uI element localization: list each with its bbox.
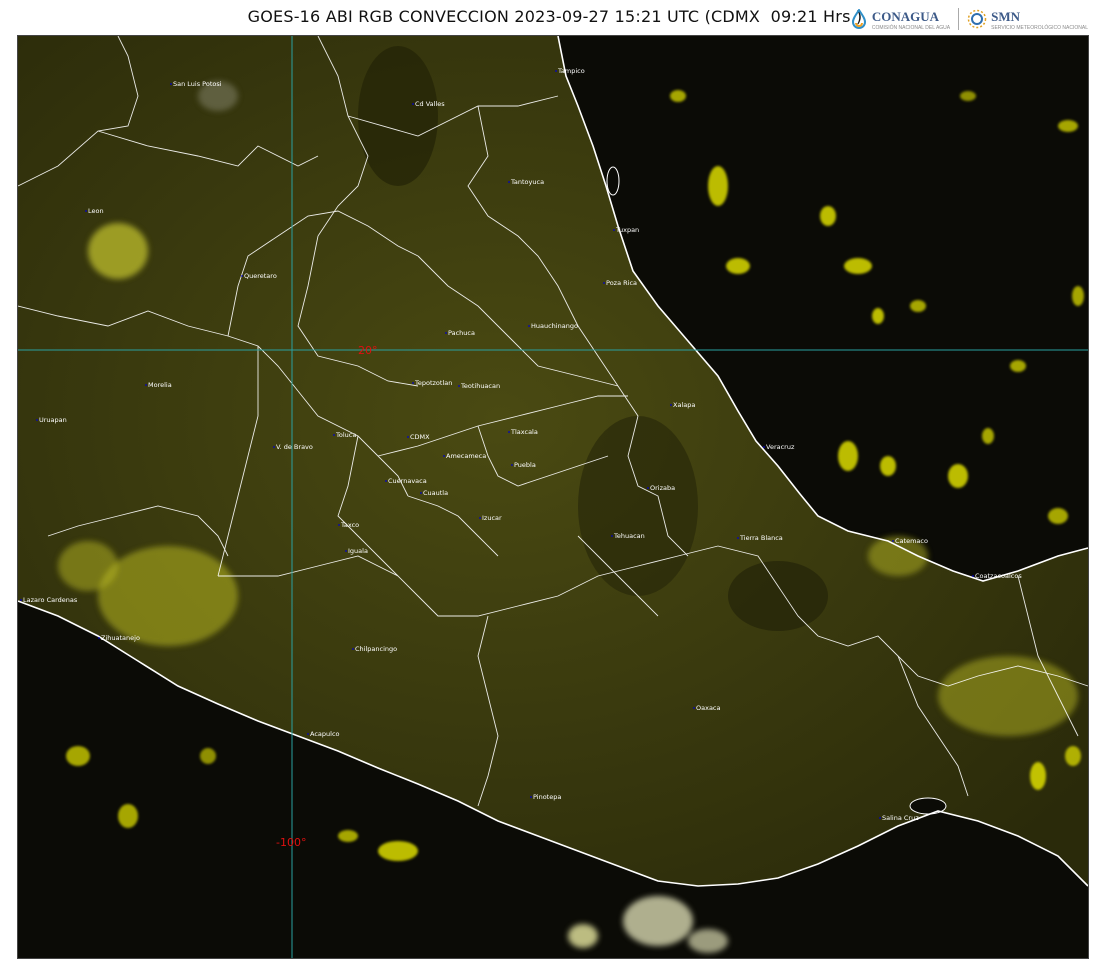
city-marker [20, 599, 22, 601]
city-label: Pachuca [448, 329, 475, 337]
city-marker [611, 535, 613, 537]
dark-terrain [728, 561, 828, 631]
city-marker [530, 796, 532, 798]
city-label: Huauchinango [531, 322, 578, 330]
city-marker [98, 637, 100, 639]
city-label: Pinotepa [533, 793, 561, 801]
city-marker [879, 817, 881, 819]
city-label: Tlaxcala [510, 428, 538, 436]
city-label: Tepotzotlan [414, 379, 452, 387]
city-label: Acapulco [310, 730, 340, 738]
city-marker [273, 446, 275, 448]
dark-terrain [358, 46, 438, 186]
longitude-label: -100° [276, 836, 306, 849]
city-label: Oaxaca [696, 704, 721, 712]
city-marker [445, 332, 447, 334]
satellite-map: 20° -100° San Luis Potosi Cd Valles Tampic… [17, 35, 1089, 959]
water-drop-icon [851, 8, 866, 29]
city-label: Poza Rica [606, 279, 637, 287]
conagua-logo: CONAGUA COMISIÓN NACIONAL DEL AGUA [850, 6, 950, 31]
city-label: Orizaba [650, 484, 675, 492]
city-label: Cuernavaca [388, 477, 427, 485]
city-label: Iguala [348, 547, 368, 555]
latitude-label: 20° [358, 344, 378, 357]
city-label: Cuautla [423, 489, 448, 497]
city-marker [479, 517, 481, 519]
city-label: San Luis Potosi [173, 80, 222, 88]
city-label: Amecameca [446, 452, 486, 460]
city-label: CDMX [410, 433, 430, 441]
city-label: Toluca [335, 431, 356, 439]
city-label: Tehuacan [613, 532, 645, 540]
city-marker [892, 540, 894, 542]
header: GOES-16 ABI RGB CONVECCION 2023-09-27 15… [0, 0, 1098, 34]
city-label: Izucar [482, 514, 502, 522]
smn-logo: SMN SERVICIO METEOROLÓGICO NACIONAL [967, 6, 1088, 31]
city-marker [145, 384, 147, 386]
city-marker [508, 181, 510, 183]
city-marker [170, 83, 172, 85]
logo-divider [958, 7, 960, 30]
dark-terrain [578, 416, 698, 596]
city-marker [647, 487, 649, 489]
logos: CONAGUA COMISIÓN NACIONAL DEL AGUA SMN S… [850, 6, 1088, 31]
city-marker [36, 419, 38, 421]
sun-gear-icon [967, 9, 987, 28]
city-marker [385, 480, 387, 482]
city-marker [737, 537, 739, 539]
conagua-text: CONAGUA [871, 9, 940, 24]
smn-text: SMN [991, 9, 1021, 24]
city-marker [603, 282, 605, 284]
city-marker [443, 455, 445, 457]
city-marker [763, 446, 765, 448]
city-label: Catemaco [895, 537, 928, 545]
city-label: Tuxpan [615, 226, 639, 234]
lagoon [606, 166, 620, 196]
city-marker [508, 431, 510, 433]
city-label: Puebla [514, 461, 536, 469]
city-marker [333, 434, 335, 436]
city-marker [693, 707, 695, 709]
city-marker [555, 70, 557, 72]
city-label: Tierra Blanca [739, 534, 783, 542]
city-label: Salina Cruz [882, 814, 919, 822]
city-marker [613, 229, 615, 231]
city-marker [420, 492, 422, 494]
map-canvas: 20° -100° San Luis Potosi Cd Valles Tampic… [18, 36, 1088, 958]
smn-subtext: SERVICIO METEOROLÓGICO NACIONAL [991, 25, 1088, 31]
city-label: Tampico [557, 67, 585, 75]
city-marker [352, 648, 354, 650]
city-label: Leon [88, 207, 104, 215]
city-marker [85, 210, 87, 212]
conagua-subtext: COMISIÓN NACIONAL DEL AGUA [871, 25, 951, 31]
city-label: Coatzacoalcos [975, 572, 1022, 580]
city-marker [412, 382, 414, 384]
city-marker [458, 385, 460, 387]
city-marker [307, 733, 309, 735]
city-label: V. de Bravo [276, 443, 313, 451]
city-label: Cd Valles [415, 100, 445, 108]
city-label: Morelia [148, 381, 172, 389]
city-label: Chilpancingo [355, 645, 397, 653]
city-marker [345, 550, 347, 552]
city-marker [407, 436, 409, 438]
city-marker [528, 325, 530, 327]
city-label: Taxco [340, 521, 359, 529]
city-marker [241, 275, 243, 277]
city-label: Lazaro Cardenas [23, 596, 78, 604]
city-label: Teotihuacan [460, 382, 500, 390]
city-marker [511, 464, 513, 466]
city-marker [670, 404, 672, 406]
city-label: Veracruz [766, 443, 795, 451]
city-label: Tantoyuca [510, 178, 544, 186]
city-label: Uruapan [39, 416, 67, 424]
city-label: Zihuatanejo [101, 634, 140, 642]
city-label: Queretaro [244, 272, 277, 280]
city-marker [412, 103, 414, 105]
city-marker [338, 524, 340, 526]
city-marker [972, 575, 974, 577]
city-label: Xalapa [673, 401, 695, 409]
